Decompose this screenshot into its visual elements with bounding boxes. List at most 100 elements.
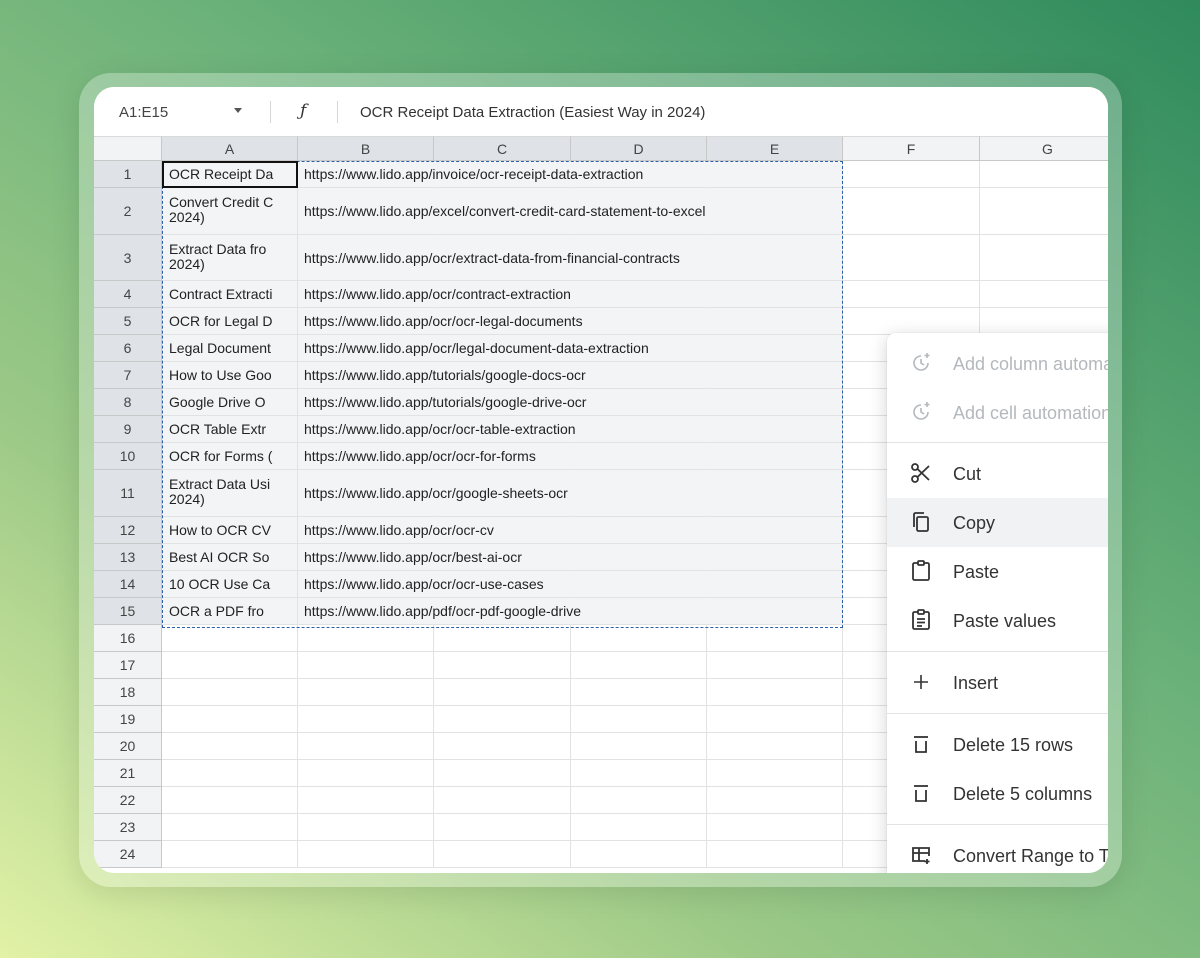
row-header[interactable]: 18 <box>94 679 162 706</box>
cell-b-url[interactable]: https://www.lido.app/tutorials/google-dr… <box>304 395 586 410</box>
cell[interactable] <box>707 308 843 335</box>
row-header[interactable]: 6 <box>94 335 162 362</box>
cell[interactable] <box>843 235 980 281</box>
cell[interactable] <box>980 281 1108 308</box>
cell[interactable] <box>162 814 298 841</box>
cell[interactable] <box>707 470 843 517</box>
menu-item-insert[interactable]: Insert› <box>887 658 1108 707</box>
cell[interactable] <box>707 281 843 308</box>
cell[interactable] <box>707 679 843 706</box>
column-header-g[interactable]: G <box>980 136 1108 161</box>
row-header[interactable]: 7 <box>94 362 162 389</box>
row-header[interactable]: 19 <box>94 706 162 733</box>
column-header-c[interactable]: C <box>434 136 571 161</box>
row-header[interactable]: 16 <box>94 625 162 652</box>
cell[interactable] <box>162 652 298 679</box>
cell[interactable] <box>162 760 298 787</box>
column-header-a[interactable]: A <box>162 136 298 161</box>
cell[interactable] <box>843 188 980 235</box>
cell[interactable] <box>571 517 707 544</box>
cell[interactable] <box>571 470 707 517</box>
name-box[interactable]: A1:E15 <box>119 104 168 121</box>
cell[interactable] <box>162 679 298 706</box>
cell[interactable] <box>162 625 298 652</box>
cell[interactable] <box>571 841 707 868</box>
column-header-b[interactable]: B <box>298 136 434 161</box>
row-header[interactable]: 15 <box>94 598 162 625</box>
cell[interactable] <box>707 652 843 679</box>
cell[interactable] <box>707 787 843 814</box>
row-header[interactable]: 17 <box>94 652 162 679</box>
cell[interactable] <box>571 281 707 308</box>
cell-b-url[interactable]: https://www.lido.app/invoice/ocr-receipt… <box>304 167 643 182</box>
cell-b-url[interactable]: https://www.lido.app/ocr/google-sheets-o… <box>304 486 568 501</box>
cell[interactable] <box>571 787 707 814</box>
cell[interactable] <box>298 841 434 868</box>
row-header[interactable]: 14 <box>94 571 162 598</box>
cell[interactable] <box>707 235 843 281</box>
column-header-e[interactable]: E <box>707 136 843 161</box>
cell[interactable] <box>707 760 843 787</box>
cell[interactable] <box>571 679 707 706</box>
cell[interactable] <box>571 814 707 841</box>
cell[interactable] <box>707 814 843 841</box>
cell[interactable] <box>571 652 707 679</box>
cell[interactable] <box>162 841 298 868</box>
cell[interactable] <box>707 416 843 443</box>
cell[interactable] <box>707 625 843 652</box>
cell-b-url[interactable]: https://www.lido.app/ocr/ocr-table-extra… <box>304 422 576 437</box>
cell[interactable] <box>843 281 980 308</box>
cell[interactable] <box>434 733 571 760</box>
cell[interactable] <box>571 733 707 760</box>
cell-b-url[interactable]: https://www.lido.app/tutorials/google-do… <box>304 368 586 383</box>
cell[interactable] <box>298 652 434 679</box>
cell[interactable] <box>571 706 707 733</box>
column-header-f[interactable]: F <box>843 136 980 161</box>
row-header[interactable]: 2 <box>94 188 162 235</box>
cell-b-url[interactable]: https://www.lido.app/ocr/legal-document-… <box>304 341 649 356</box>
cell[interactable] <box>843 308 980 335</box>
cell[interactable] <box>707 188 843 235</box>
cell[interactable] <box>571 571 707 598</box>
cell[interactable] <box>707 389 843 416</box>
row-header[interactable]: 11 <box>94 470 162 517</box>
cell-b-url[interactable]: https://www.lido.app/ocr/best-ai-ocr <box>304 550 522 565</box>
cell[interactable] <box>298 733 434 760</box>
cell[interactable] <box>707 598 843 625</box>
row-header[interactable]: 4 <box>94 281 162 308</box>
menu-item-delete-5-columns[interactable]: Delete 5 columns <box>887 769 1108 818</box>
cell[interactable] <box>162 733 298 760</box>
cell[interactable] <box>707 544 843 571</box>
cell[interactable] <box>707 362 843 389</box>
cell-b-url[interactable]: https://www.lido.app/ocr/ocr-cv <box>304 523 494 538</box>
row-header[interactable]: 1 <box>94 161 162 188</box>
cell[interactable] <box>571 598 707 625</box>
cell[interactable] <box>434 625 571 652</box>
cell[interactable] <box>707 706 843 733</box>
cell[interactable] <box>571 416 707 443</box>
cell[interactable] <box>707 161 843 188</box>
cell[interactable] <box>980 308 1108 335</box>
cell[interactable] <box>571 443 707 470</box>
cell[interactable] <box>298 814 434 841</box>
cell[interactable] <box>298 679 434 706</box>
menu-item-cut[interactable]: Cut <box>887 449 1108 498</box>
cell[interactable] <box>298 706 434 733</box>
row-header[interactable]: 10 <box>94 443 162 470</box>
cell[interactable] <box>571 308 707 335</box>
cell-b-url[interactable]: https://www.lido.app/excel/convert-credi… <box>304 204 706 219</box>
menu-item-paste[interactable]: Paste <box>887 547 1108 596</box>
cell[interactable] <box>434 841 571 868</box>
row-header[interactable]: 13 <box>94 544 162 571</box>
cell[interactable] <box>707 733 843 760</box>
cell[interactable] <box>434 706 571 733</box>
row-header[interactable]: 21 <box>94 760 162 787</box>
cell[interactable] <box>843 161 980 188</box>
cell[interactable] <box>298 760 434 787</box>
cell[interactable] <box>571 362 707 389</box>
cell-b-url[interactable]: https://www.lido.app/ocr/ocr-legal-docum… <box>304 314 583 329</box>
cell[interactable] <box>298 787 434 814</box>
cell[interactable] <box>434 652 571 679</box>
row-header[interactable]: 22 <box>94 787 162 814</box>
cell[interactable] <box>298 625 434 652</box>
